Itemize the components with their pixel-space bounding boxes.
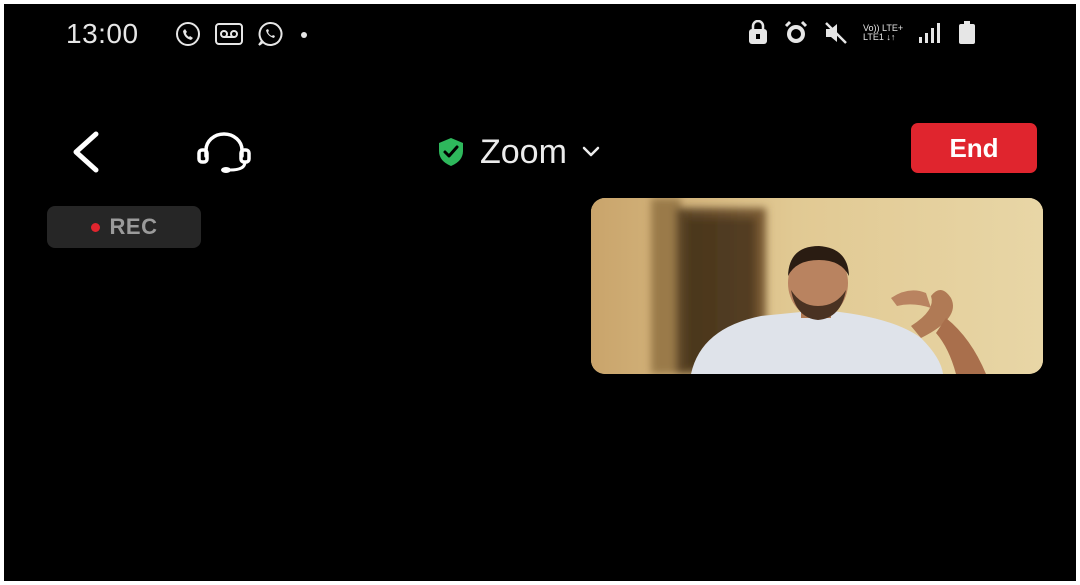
voicemail-icon (214, 21, 244, 47)
participant-video (591, 198, 1043, 374)
participant-video-tile[interactable] (591, 198, 1043, 374)
back-button[interactable] (64, 128, 108, 176)
notification-dot-icon (296, 20, 312, 48)
volte-lte-icon: Vo)) LTE+ LTE1 ↓↑ (863, 24, 903, 42)
chevron-left-icon (73, 131, 99, 173)
lock-icon (747, 20, 769, 46)
alarm-icon (783, 20, 809, 46)
recording-label: REC (109, 214, 158, 239)
status-bar: 13:00 Vo)) LTE+ LTE1 ↓↑ (4, 4, 1076, 60)
battery-icon (957, 20, 977, 46)
signal-icon (917, 21, 943, 45)
shield-check-icon (439, 138, 463, 166)
meeting-title: Zoom (480, 132, 567, 171)
network-line2: LTE1 ↓↑ (863, 32, 896, 42)
meeting-title-dropdown[interactable]: Zoom (436, 130, 601, 174)
mute-icon (823, 20, 849, 46)
meeting-screen: 13:00 Vo)) LTE+ LTE1 ↓↑ Zoom End REC (4, 4, 1076, 581)
audio-button[interactable] (194, 128, 254, 176)
recording-badge[interactable]: REC (47, 206, 201, 248)
call-icon (174, 20, 202, 48)
status-right-icons: Vo)) LTE+ LTE1 ↓↑ (747, 20, 977, 46)
whatsapp-icon (256, 20, 284, 48)
chevron-down-icon (582, 146, 600, 157)
recording-dot-icon (90, 222, 100, 232)
status-time: 13:00 (66, 18, 139, 49)
headset-icon (197, 132, 251, 173)
status-left-icons (174, 20, 312, 48)
end-meeting-button[interactable]: End (911, 123, 1037, 173)
